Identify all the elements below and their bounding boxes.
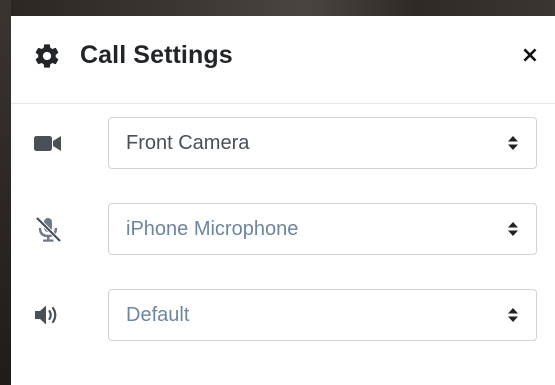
video-backdrop bbox=[0, 0, 555, 16]
speaker-icon bbox=[35, 305, 57, 325]
call-view: Call Settings × Front Camera iPhone Micr… bbox=[0, 0, 555, 385]
microphone-select[interactable]: iPhone Microphone bbox=[108, 203, 537, 255]
modal-title: Call Settings bbox=[80, 41, 233, 69]
video-backdrop-edge bbox=[0, 0, 11, 385]
call-settings-modal: Call Settings × Front Camera iPhone Micr… bbox=[11, 16, 555, 385]
speaker-select[interactable]: Default bbox=[108, 289, 537, 341]
camera-select-value: Front Camera bbox=[126, 132, 250, 154]
chevron-updown-icon bbox=[508, 308, 518, 322]
gear-icon bbox=[35, 44, 59, 68]
modal-header: Call Settings × bbox=[11, 16, 555, 104]
camera-select[interactable]: Front Camera bbox=[108, 117, 537, 169]
speaker-select-value: Default bbox=[126, 304, 190, 326]
microphone-muted-icon bbox=[35, 216, 62, 243]
microphone-setting-row: iPhone Microphone bbox=[11, 203, 555, 255]
chevron-updown-icon bbox=[508, 136, 518, 150]
microphone-select-value: iPhone Microphone bbox=[126, 218, 299, 240]
video-camera-icon bbox=[34, 136, 61, 151]
close-button[interactable]: × bbox=[519, 43, 541, 69]
chevron-updown-icon bbox=[508, 222, 518, 236]
camera-setting-row: Front Camera bbox=[11, 117, 555, 169]
speaker-setting-row: Default bbox=[11, 289, 555, 341]
